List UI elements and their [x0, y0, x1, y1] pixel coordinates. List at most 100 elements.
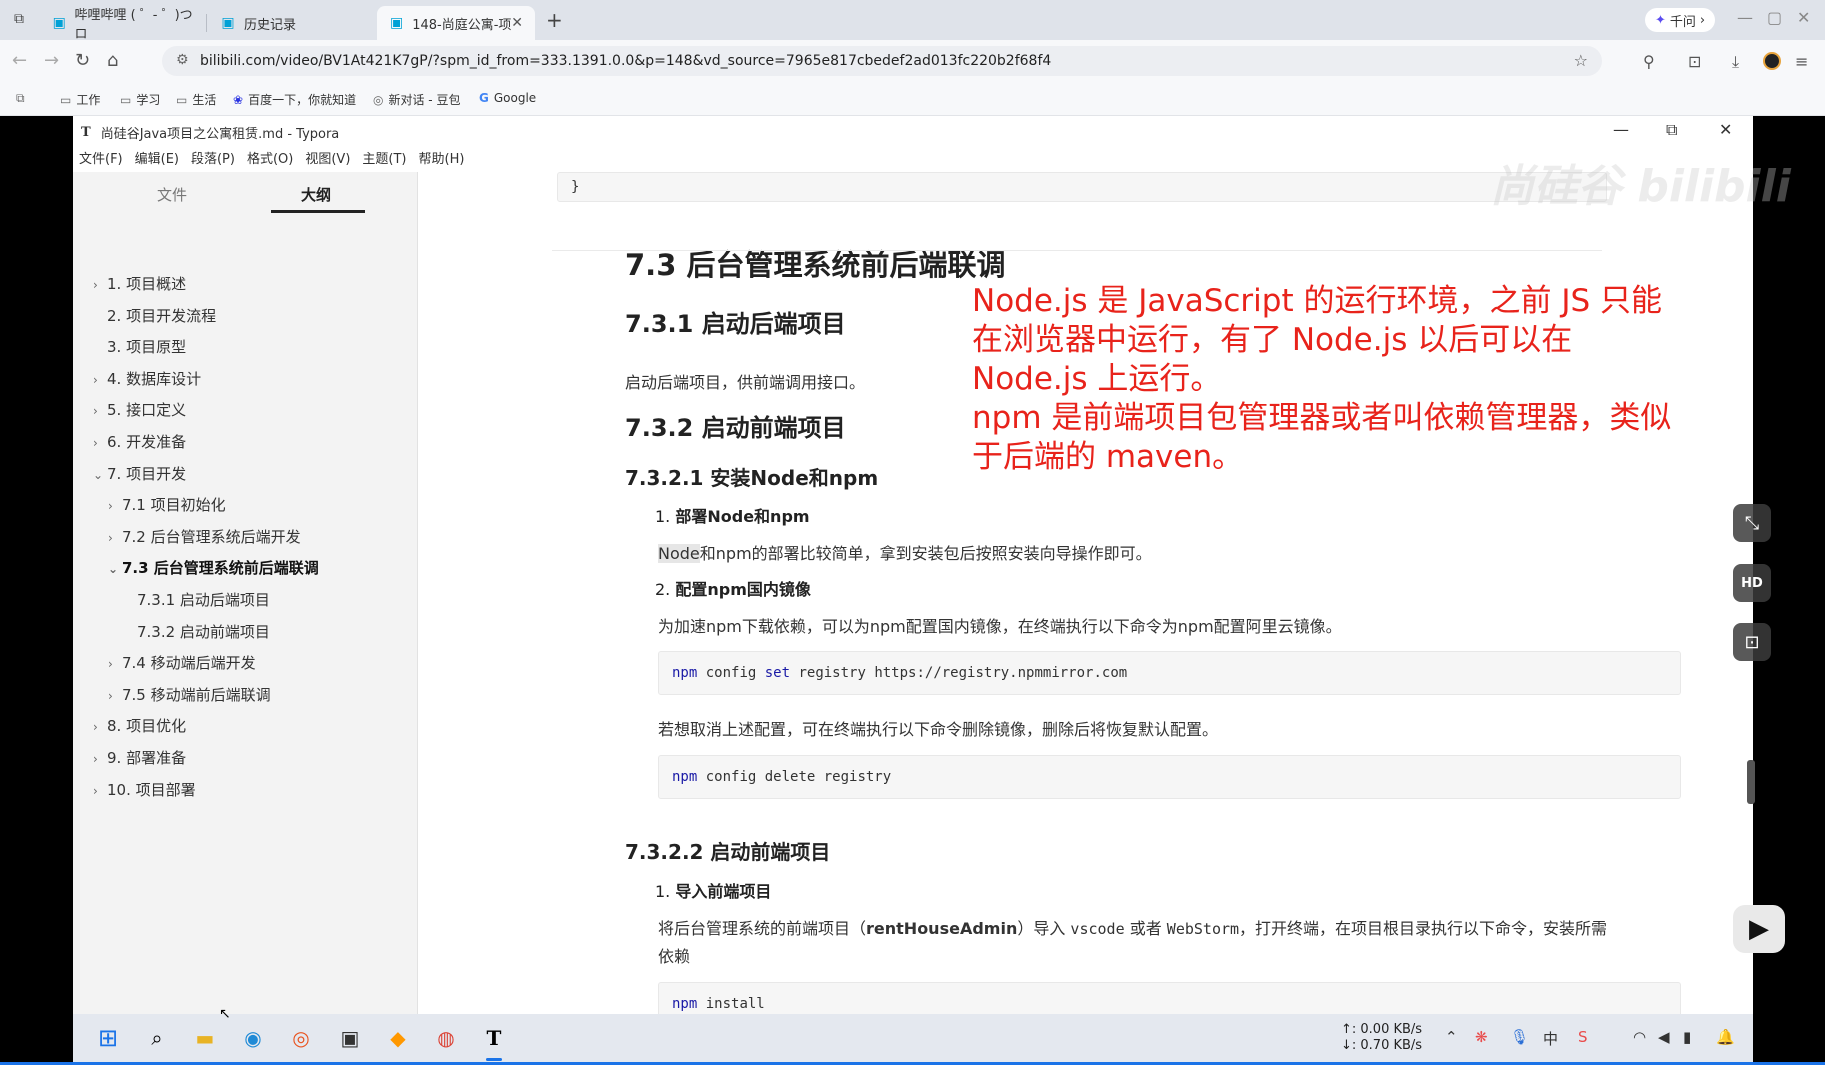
- outline-item[interactable]: ⌄ 7. 项目开发: [93, 463, 186, 484]
- volume-icon[interactable]: ◀: [1658, 1028, 1670, 1046]
- chevron-right-icon[interactable]: ›: [93, 436, 107, 450]
- extensions-icon[interactable]: ⚲: [1643, 52, 1655, 71]
- outline-item[interactable]: › 6. 开发准备: [93, 431, 186, 452]
- tab-bilibili-home[interactable]: ▣ 哔哩哔哩 ( ゜- ゜)つロ: [40, 6, 205, 42]
- chevron-right-icon[interactable]: ›: [108, 657, 122, 671]
- outline-item[interactable]: › 5. 接口定义: [93, 399, 186, 420]
- tab-close-icon[interactable]: ✕: [511, 15, 523, 31]
- outline-item[interactable]: 3. 项目原型: [93, 336, 186, 357]
- chrome-icon[interactable]: ◍: [432, 1024, 460, 1052]
- chevron-right-icon[interactable]: ›: [108, 499, 122, 513]
- menu-format[interactable]: 格式(O): [241, 148, 299, 172]
- battery-icon[interactable]: ▮: [1683, 1028, 1691, 1046]
- outline-item[interactable]: › 7.1 项目初始化: [108, 494, 226, 515]
- bookmark-work[interactable]: ▭ 工作: [60, 91, 100, 108]
- chevron-right-icon[interactable]: ›: [108, 689, 122, 703]
- file-explorer-icon[interactable]: ▬: [191, 1024, 219, 1052]
- sogou-icon[interactable]: S: [1578, 1028, 1588, 1046]
- scrollbar-thumb[interactable]: [1747, 760, 1755, 804]
- minimize-icon[interactable]: —: [1737, 8, 1753, 27]
- menu-icon[interactable]: ≡: [1795, 52, 1808, 71]
- notification-icon[interactable]: 🔔: [1716, 1028, 1735, 1046]
- chevron-right-icon[interactable]: ›: [108, 531, 122, 545]
- maximize-icon[interactable]: ▢: [1767, 8, 1782, 27]
- terminal-icon[interactable]: ▣: [336, 1024, 364, 1052]
- outline-item[interactable]: › 9. 部署准备: [93, 747, 186, 768]
- pip-icon[interactable]: ⤡: [1733, 504, 1771, 542]
- code-block-npm-set-registry[interactable]: npm config set registry https://registry…: [658, 651, 1681, 695]
- hd-icon[interactable]: HD: [1733, 564, 1771, 602]
- microphone-icon[interactable]: 🎙: [1510, 1028, 1529, 1046]
- chevron-right-icon[interactable]: ›: [93, 784, 107, 798]
- outline-item[interactable]: 2. 项目开发流程: [93, 305, 216, 326]
- chevron-right-icon: ›: [1699, 12, 1706, 28]
- reload-icon[interactable]: ↻: [75, 50, 90, 71]
- outline-item[interactable]: ⌄ 7.3 后台管理系统前后端联调: [108, 557, 319, 578]
- tab-video-active[interactable]: ▣ 148-尚庭公寓-项目 ✕: [377, 6, 535, 40]
- outline-item[interactable]: › 7.2 后台管理系统后端开发: [108, 526, 301, 547]
- menu-paragraph[interactable]: 段落(P): [185, 148, 241, 172]
- url-field[interactable]: ⚙ bilibili.com/video/BV1At421K7gP/?spm_i…: [162, 46, 1602, 76]
- chevron-down-icon[interactable]: ⌄: [108, 562, 122, 576]
- menu-theme[interactable]: 主题(T): [356, 148, 412, 172]
- play-button[interactable]: ▶: [1733, 905, 1785, 953]
- chevron-right-icon[interactable]: ›: [93, 404, 107, 418]
- download-icon[interactable]: ⤓: [1732, 52, 1739, 72]
- screenshot-icon[interactable]: ⊡: [1688, 52, 1701, 71]
- windows-start-icon[interactable]: ⊞: [94, 1024, 122, 1052]
- tab-files[interactable]: 文件: [157, 184, 187, 205]
- menu-help[interactable]: 帮助(H): [413, 148, 471, 172]
- menu-file[interactable]: 文件(F): [73, 148, 129, 172]
- close-window-icon[interactable]: ✕: [1797, 8, 1810, 27]
- bookmark-baidu[interactable]: ❀ 百度一下，你就知道: [233, 91, 356, 108]
- bookmark-study[interactable]: ▭ 学习: [120, 91, 160, 108]
- outline-item[interactable]: › 7.4 移动端后端开发: [108, 652, 256, 673]
- forward-icon[interactable]: →: [44, 50, 59, 71]
- bookmarks-bar: ⧉ ▭ 工作 ▭ 学习 ▭ 生活 ❀ 百度一下，你就知道 ◎ 新对话 - 豆包 G Goog…: [0, 82, 1825, 116]
- bookmark-star-icon[interactable]: ☆: [1574, 51, 1588, 70]
- qianwen-button[interactable]: ✦ 千问 ›: [1645, 8, 1716, 32]
- back-icon[interactable]: ←: [12, 50, 27, 71]
- typora-close-icon[interactable]: ✕: [1719, 120, 1732, 139]
- wifi-icon[interactable]: ◠: [1633, 1028, 1646, 1046]
- bookmark-google[interactable]: G Google: [479, 91, 536, 105]
- bookmarks-menu-icon[interactable]: ⧉: [16, 91, 25, 106]
- bookmark-doubao[interactable]: ◎ 新对话 - 豆包: [373, 91, 460, 108]
- chevron-up-icon[interactable]: ⌃: [1445, 1028, 1458, 1046]
- menu-view[interactable]: 视图(V): [299, 148, 356, 172]
- new-tab-button[interactable]: +: [546, 8, 563, 32]
- tab-actions-icon[interactable]: ⧉: [14, 11, 24, 27]
- outline-item[interactable]: › 1. 项目概述: [93, 273, 186, 294]
- site-info-icon[interactable]: ⚙: [176, 52, 189, 68]
- typora-taskbar-icon[interactable]: T: [480, 1024, 508, 1052]
- outline-item[interactable]: › 4. 数据库设计: [93, 368, 201, 389]
- typora-restore-icon[interactable]: ⧉: [1666, 120, 1677, 140]
- tray-app-icon[interactable]: ❋: [1475, 1028, 1488, 1046]
- outline-item[interactable]: › 10. 项目部署: [93, 779, 196, 800]
- home-icon[interactable]: ⌂: [107, 50, 118, 71]
- code-block-npm-delete-registry[interactable]: npm config delete registry: [658, 755, 1681, 799]
- chevron-right-icon[interactable]: ›: [93, 720, 107, 734]
- edge-icon[interactable]: ◉: [239, 1024, 267, 1052]
- outline-item[interactable]: › 7.5 移动端前后端联调: [108, 684, 271, 705]
- tab-outline[interactable]: 大纲: [301, 184, 331, 205]
- ubuntu-icon[interactable]: ◎: [287, 1024, 315, 1052]
- chevron-right-icon[interactable]: ›: [93, 752, 107, 766]
- chevron-down-icon[interactable]: ⌄: [93, 468, 107, 482]
- outline-item[interactable]: 7.3.2 启动前端项目: [123, 621, 270, 642]
- tab-history[interactable]: ▣ 历史记录: [208, 6, 373, 40]
- chevron-right-icon[interactable]: ›: [93, 278, 107, 292]
- chevron-right-icon[interactable]: ›: [93, 373, 107, 387]
- screenshot-video-icon[interactable]: ⊡: [1733, 623, 1771, 661]
- typora-minimize-icon[interactable]: —: [1613, 120, 1629, 139]
- ime-icon[interactable]: 中: [1543, 1028, 1558, 1049]
- outline-item[interactable]: 7.3.1 启动后端项目: [123, 589, 270, 610]
- menu-edit[interactable]: 编辑(E): [129, 148, 185, 172]
- sublime-icon[interactable]: ◆: [384, 1024, 412, 1052]
- search-icon[interactable]: ⌕: [143, 1024, 171, 1052]
- code-block-top[interactable]: }: [557, 172, 1607, 202]
- avatar[interactable]: [1763, 52, 1781, 70]
- bookmark-life[interactable]: ▭ 生活: [176, 91, 216, 108]
- code-block-npm-install[interactable]: npm install: [658, 982, 1681, 1014]
- outline-item[interactable]: › 8. 项目优化: [93, 715, 186, 736]
